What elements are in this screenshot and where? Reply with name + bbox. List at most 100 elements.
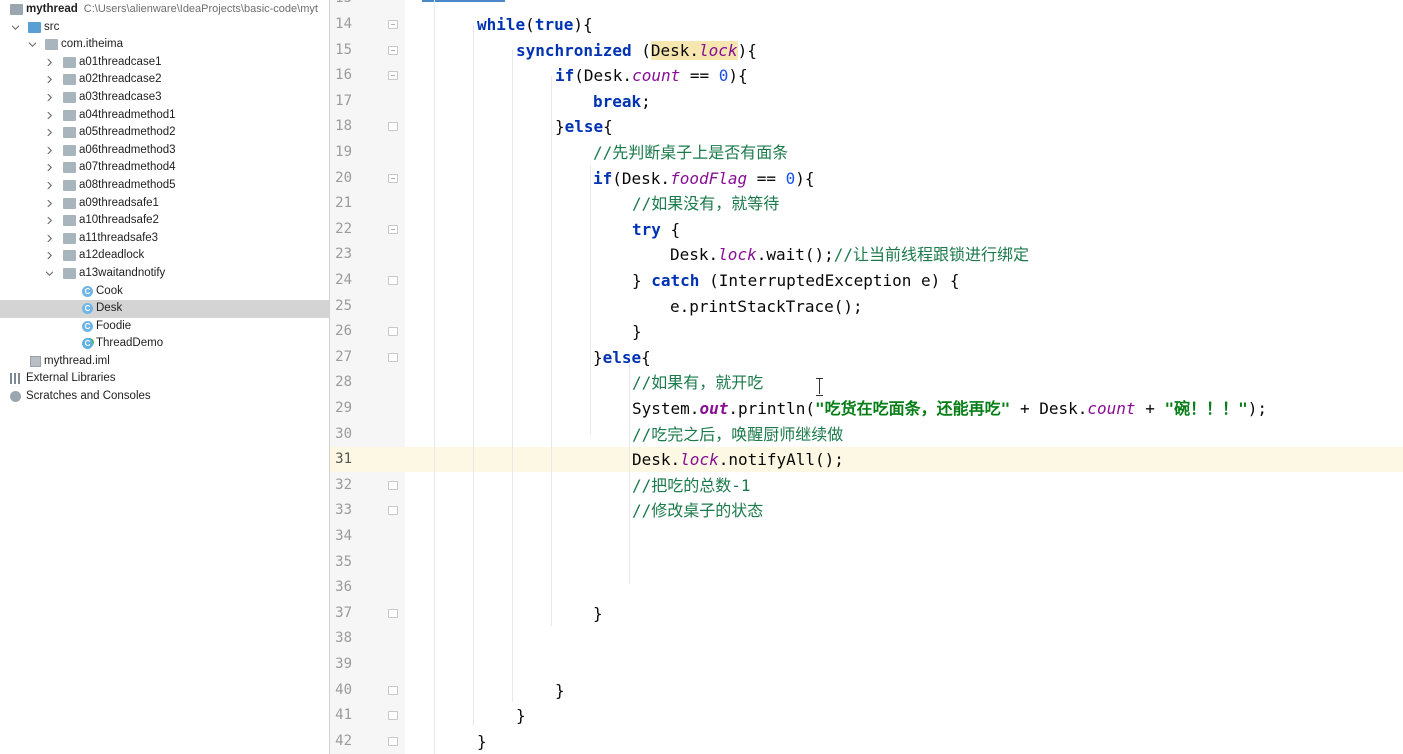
code-line-20[interactable]: if(Desk.foodFlag == 0){ [593,166,815,192]
chevron-right-icon[interactable] [46,199,53,207]
code-line-18[interactable]: }else{ [555,114,613,140]
line-number[interactable]: 27 [330,345,352,371]
code-line-32[interactable]: //把吃的总数-1 [632,473,751,499]
line-number[interactable]: 36 [330,575,352,601]
tree-item-iml[interactable]: mythread.iml [0,353,329,371]
code-line-33[interactable]: //修改桌子的状态 [632,498,763,524]
tree-item-package-a09threadsafe1[interactable]: a09threadsafe1 [0,195,329,213]
tree-item-package-a04threadmethod1[interactable]: a04threadmethod1 [0,107,329,125]
tree-item-package-a08threadmethod5[interactable]: a08threadmethod5 [0,177,329,195]
line-number[interactable]: 23 [330,242,352,268]
line-number[interactable]: 19 [330,140,352,166]
tree-item-scratches[interactable]: Scratches and Consoles [0,388,329,406]
line-number[interactable]: 42 [330,729,352,754]
fold-marker-icon[interactable] [388,122,398,132]
code-line-22[interactable]: try { [632,217,680,243]
fold-marker-icon[interactable] [388,20,398,29]
line-number[interactable]: 16 [330,63,352,89]
code-line-17[interactable]: break; [593,89,651,115]
chevron-right-icon[interactable] [46,234,53,242]
chevron-right-icon[interactable] [46,217,53,225]
tree-item-package-a02threadcase2[interactable]: a02threadcase2 [0,71,329,89]
fold-marker-icon[interactable] [388,608,398,618]
code-line-24[interactable]: } catch (InterruptedException e) { [632,268,960,294]
tree-item-package-a10threadsafe2[interactable]: a10threadsafe2 [0,212,329,230]
code-line-19[interactable]: //先判断桌子上是否有面条 [593,140,788,166]
line-number[interactable]: 22 [330,217,352,243]
chevron-right-icon[interactable] [46,111,53,119]
tree-item-class-threaddemo[interactable]: C ThreadDemo [0,335,329,353]
code-line-29[interactable]: System.out.println("吃货在吃面条，还能再吃" + Desk.… [632,396,1267,422]
chevron-right-icon[interactable] [46,129,53,137]
chevron-right-icon[interactable] [46,181,53,189]
line-number[interactable]: 35 [330,550,352,576]
tree-item-class-cook[interactable]: C Cook [0,283,329,301]
code-line-23[interactable]: Desk.lock.wait();//让当前线程跟锁进行绑定 [670,242,1029,268]
line-number[interactable]: 29 [330,396,352,422]
code-editor[interactable]: 1314151617181920212223242526272829303132… [330,0,1403,754]
chevron-right-icon[interactable] [46,76,53,84]
fold-marker-icon[interactable] [388,327,398,337]
line-number[interactable]: 41 [330,703,352,729]
line-number[interactable]: 18 [330,114,352,140]
tree-item-package-a06threadmethod3[interactable]: a06threadmethod3 [0,142,329,160]
fold-marker-icon[interactable] [388,276,398,285]
line-number[interactable]: 34 [330,524,352,550]
fold-marker-icon[interactable] [388,173,398,183]
tree-item-package-a11threadsafe3[interactable]: a11threadsafe3 [0,230,329,248]
tree-item-class-desk[interactable]: C Desk [0,300,329,318]
code-line-37[interactable]: } [593,601,603,627]
tree-item-package-a05threadmethod2[interactable]: a05threadmethod2 [0,124,329,142]
code-line-15[interactable]: synchronized (Desk.lock){ [516,38,757,64]
line-number[interactable]: 33 [330,498,352,524]
tree-item-class-foodie[interactable]: C Foodie [0,318,329,336]
fold-marker-icon[interactable] [388,71,398,81]
code-line-21[interactable]: //如果没有，就等待 [632,191,779,217]
code-line-40[interactable]: } [555,678,565,704]
code-line-16[interactable]: if(Desk.count == 0){ [555,63,748,89]
fold-marker-icon[interactable] [388,224,398,234]
chevron-down-icon[interactable] [12,24,19,31]
chevron-right-icon[interactable] [46,93,53,101]
line-number[interactable]: 32 [330,473,352,499]
line-number[interactable]: 38 [330,626,352,652]
line-number[interactable]: 21 [330,191,352,217]
chevron-right-icon[interactable] [46,164,53,172]
fold-marker-icon[interactable] [388,480,398,490]
code-line-30[interactable]: //吃完之后，唤醒厨师继续做 [632,422,843,448]
line-number[interactable]: 15 [330,38,352,64]
line-number[interactable]: 24 [330,268,352,294]
line-number[interactable]: 13 [330,0,352,12]
line-number[interactable]: 31 [330,447,352,473]
code-line-28[interactable]: //如果有，就开吃 [632,370,763,396]
code-line-26[interactable]: } [632,319,642,345]
tree-item-src[interactable]: src [0,19,329,37]
line-number[interactable]: 40 [330,678,352,704]
chevron-down-icon[interactable] [46,270,53,277]
tree-item-external-libraries[interactable]: External Libraries [0,370,329,388]
fold-marker-icon[interactable] [388,685,398,695]
chevron-right-icon[interactable] [46,58,53,66]
tree-item-mythread[interactable]: mythread C:\Users\alienware\IdeaProjects\… [0,1,329,19]
line-number[interactable]: 30 [330,422,352,448]
code-line-42[interactable]: } [477,729,487,754]
chevron-right-icon[interactable] [46,146,53,154]
fold-marker-icon[interactable] [388,352,398,362]
code-line-14[interactable]: while(true){ [477,12,593,38]
line-number[interactable]: 14 [330,12,352,38]
chevron-right-icon[interactable] [46,252,53,260]
fold-marker-icon[interactable] [388,711,398,721]
line-number[interactable]: 20 [330,166,352,192]
code-line-41[interactable]: } [516,703,526,729]
tree-item-package-a03threadcase3[interactable]: a03threadcase3 [0,89,329,107]
tree-item-open-package[interactable]: a13waitandnotify [0,265,329,283]
fold-marker-icon[interactable] [388,45,398,55]
line-number[interactable]: 26 [330,319,352,345]
tree-item-package[interactable]: com.itheima [0,36,329,54]
line-number[interactable]: 28 [330,370,352,396]
line-number[interactable]: 39 [330,652,352,678]
code-line-27[interactable]: }else{ [593,345,651,371]
line-number[interactable]: 17 [330,89,352,115]
line-number[interactable]: 25 [330,294,352,320]
code-line-31[interactable]: Desk.lock.notifyAll(); [632,447,844,473]
